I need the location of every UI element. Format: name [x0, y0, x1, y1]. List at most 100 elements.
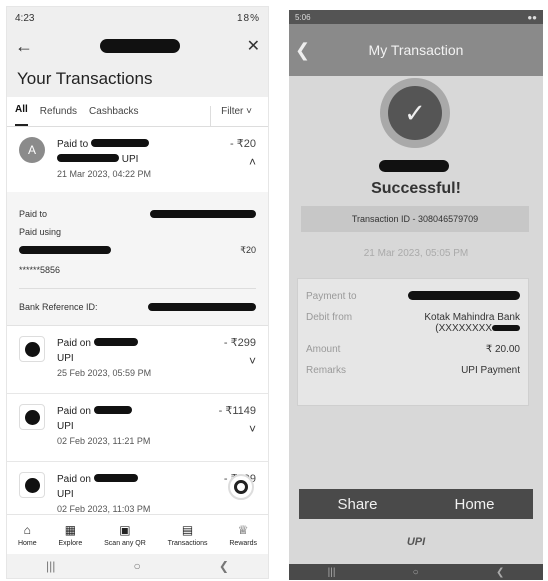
recents-icon[interactable]: ||| [46, 559, 55, 573]
assistant-fab-button[interactable] [228, 474, 254, 500]
redacted-name [93, 474, 138, 482]
transaction-datetime: 21 Mar 2023, 04:22 PM [57, 169, 152, 179]
grid-icon: ▦ [64, 522, 77, 537]
payment-to-label: Payment to [306, 291, 357, 302]
transaction-row[interactable]: Paid on UPI 02 Feb 2023, 11:21 PM - ₹114… [7, 394, 268, 462]
redacted-account [19, 246, 111, 254]
home-button[interactable]: Home [416, 489, 533, 519]
paid-prefix: Paid to [57, 139, 89, 150]
payment-method: UPI [57, 353, 74, 364]
avatar: A [19, 137, 45, 163]
transaction-row-expanded[interactable]: A Paid to UPI 21 Mar 2023, 04:22 PM - ₹2… [7, 127, 268, 192]
debit-account: (XXXXXXXX [435, 323, 492, 334]
chevron-down-icon[interactable]: ˅ [249, 354, 256, 368]
status-bar: 5:06 ●● [289, 10, 543, 24]
remarks-label: Remarks [306, 365, 347, 376]
payment-method: UPI [57, 421, 74, 432]
nav-label: Explore [58, 539, 83, 547]
transaction-datetime: 02 Feb 2023, 11:21 PM [57, 436, 151, 446]
redacted-recipient [150, 210, 256, 218]
header-bar: ❮ My Transaction [289, 24, 543, 76]
transaction-detail-panel: Paid to Paid using ₹20 ******5856 Bank R… [7, 192, 268, 326]
redacted-name [93, 406, 132, 414]
nav-rewards[interactable]: ♕ Rewards [229, 523, 257, 547]
back-arrow-icon[interactable]: ← [15, 36, 33, 57]
share-button[interactable]: Share [299, 489, 416, 519]
page-title: My Transaction [368, 42, 464, 58]
paid-prefix: Paid on [57, 406, 91, 417]
scan-icon: ▣ [119, 522, 131, 537]
merchant-logo [19, 404, 45, 430]
nav-label: Scan any QR [104, 539, 146, 547]
tab-refunds[interactable]: Refunds [40, 106, 77, 126]
home-circle-icon[interactable]: ○ [134, 559, 141, 573]
transaction-row[interactable]: Paid on UPI 25 Feb 2023, 05:59 PM - ₹299… [7, 326, 268, 394]
filter-label: Filter [221, 106, 244, 117]
redacted-account [492, 325, 520, 331]
transaction-id: Transaction ID - 308046579709 [301, 206, 529, 232]
home-circle-icon[interactable]: ○ [413, 567, 419, 578]
payment-method: UPI [121, 154, 139, 165]
nav-label: Rewards [229, 539, 257, 547]
status-bar: 4:23 18% [7, 7, 268, 29]
redacted-header [99, 39, 180, 53]
back-icon[interactable]: ❮ [219, 559, 229, 573]
amount-label: Amount [306, 344, 341, 355]
merchant-logo [19, 336, 45, 362]
nav-scan-qr[interactable]: ▣ Scan any QR [104, 523, 146, 547]
detail-amount: ₹20 [240, 244, 256, 255]
card-mask: ******5856 [19, 265, 61, 275]
document-icon: ▤ [181, 522, 194, 537]
system-nav-bar: ||| ○ ❮ [289, 564, 543, 580]
chevron-down-icon[interactable]: ˅ [249, 422, 256, 436]
nav-label: Transactions [167, 539, 208, 547]
close-icon[interactable]: ✕ [247, 36, 260, 56]
paid-prefix: Paid on [57, 474, 91, 485]
chevron-up-icon[interactable]: ˄ [249, 155, 256, 169]
nav-explore[interactable]: ▦ Explore [59, 523, 83, 547]
nav-transactions[interactable]: ▤ Transactions [168, 523, 208, 547]
redacted-payee [408, 291, 520, 300]
detail-paid-to-label: Paid to [19, 209, 48, 219]
remarks-value: UPI Payment [461, 365, 520, 376]
back-icon[interactable]: ❮ [496, 567, 504, 578]
chevron-down-icon: ˅ [246, 106, 252, 117]
merchant-logo [19, 472, 45, 498]
transaction-details-card: Payment to Debit from Kotak Mahindra Ban… [297, 278, 529, 406]
crown-icon: ♕ [237, 522, 249, 537]
filter-button[interactable]: Filter ˅ [210, 106, 260, 126]
tab-cashbacks[interactable]: Cashbacks [89, 106, 138, 126]
detail-paid-using-label: Paid using [19, 227, 62, 237]
paid-prefix: Paid on [57, 338, 91, 349]
bank-ref-label: Bank Reference ID: [19, 302, 98, 312]
redacted-id [57, 154, 119, 162]
back-chevron-icon[interactable]: ❮ [295, 40, 310, 61]
system-nav-bar: ||| ○ ❮ [7, 554, 268, 578]
tab-all[interactable]: All [15, 104, 28, 126]
success-check-icon: ✓ [380, 78, 450, 148]
payment-method: UPI [57, 489, 74, 500]
redacted-ref-id [148, 303, 256, 311]
top-nav: ← ✕ [7, 29, 268, 63]
status-icons: ●● [527, 12, 537, 22]
left-phone-screen: 4:23 18% ← ✕ Your Transactions All Refun… [6, 6, 269, 579]
right-phone-screen: 5:06 ●● ❮ My Transaction ✓ Successful! T… [289, 10, 543, 580]
debit-from-label: Debit from [306, 312, 353, 323]
amount-value: ₹ 20.00 [485, 344, 520, 355]
status-time: 4:23 [15, 12, 35, 24]
nav-label: Home [17, 539, 37, 547]
page-title: Your Transactions [7, 63, 268, 97]
home-icon: ⌂ [23, 522, 31, 537]
tab-bar: All Refunds Cashbacks Filter ˅ [7, 97, 268, 127]
redacted-recipient [379, 160, 449, 172]
upi-logo: UPI [406, 536, 426, 548]
transaction-datetime: 25 Feb 2023, 05:59 PM [57, 368, 152, 378]
status-time: 5:06 [295, 12, 311, 22]
success-message: Successful! [371, 180, 461, 197]
transaction-datetime: 21 Mar 2023, 05:05 PM [363, 248, 469, 259]
status-battery: 18% [236, 12, 260, 24]
nav-home[interactable]: ⌂ Home [18, 523, 37, 547]
redacted-name [90, 139, 149, 147]
recents-icon[interactable]: ||| [328, 567, 336, 578]
bottom-nav: ⌂ Home ▦ Explore ▣ Scan any QR ▤ Transaction… [7, 514, 268, 554]
